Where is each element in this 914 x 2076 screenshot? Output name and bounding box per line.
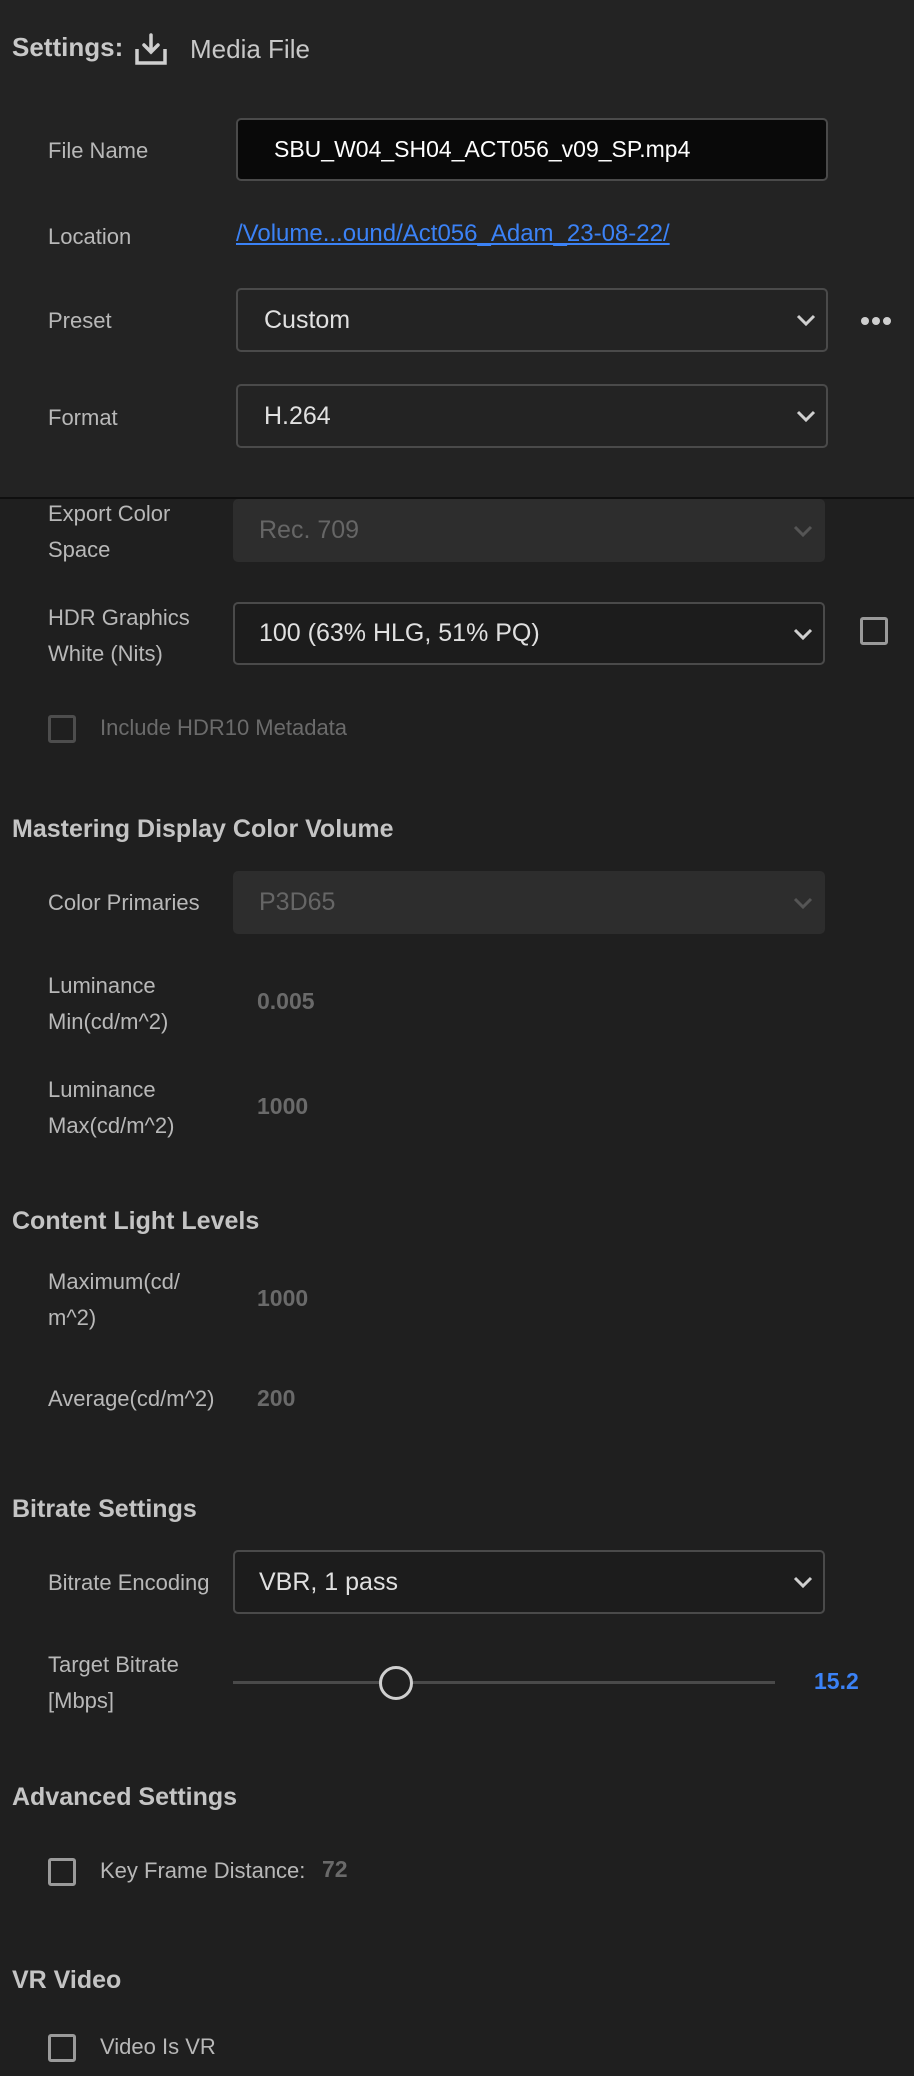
maximum-cll-label: Maximum(cd/ m^2) [48,1269,181,1330]
location-label: Location [48,224,132,249]
hdr-graphics-white-label: HDR Graphics White (Nits) [48,605,190,666]
preset-label: Preset [48,308,112,333]
hdr-graphics-white-value: 100 (63% HLG, 51% PQ) [259,619,540,647]
color-primaries-label: Color Primaries [48,890,200,915]
target-bitrate-value[interactable]: 15.2 [814,1668,859,1695]
key-frame-distance-checkbox[interactable] [48,1858,76,1886]
video-is-vr-checkbox[interactable] [48,2034,76,2062]
hdr-graphics-white-checkbox[interactable] [860,617,888,645]
export-color-space-value: Rec. 709 [259,516,360,544]
export-color-space-dropdown[interactable]: Rec. 709 [233,499,825,562]
chevron-down-icon [783,525,823,537]
vr-section-title: VR Video [12,1966,122,1994]
include-hdr10-checkbox[interactable] [48,715,76,743]
bitrate-section-title: Bitrate Settings [12,1495,197,1523]
hdr-graphics-white-dropdown[interactable]: 100 (63% HLG, 51% PQ) [233,602,825,665]
preset-dropdown[interactable]: Custom [236,288,828,352]
slider-track [233,1681,775,1684]
chevron-down-icon [783,1576,823,1588]
bitrate-encoding-value: VBR, 1 pass [259,1567,398,1596]
mastering-section-title: Mastering Display Color Volume [12,815,394,843]
file-name-field[interactable]: SBU_W04_SH04_ACT056_v09_SP.mp4 [236,118,828,181]
maximum-cll-value[interactable]: 1000 [257,1285,308,1312]
color-primaries-value: P3D65 [259,888,336,916]
format-label: Format [48,405,118,430]
chevron-down-icon [786,314,826,326]
chevron-down-icon [783,897,823,909]
download-tray-icon [134,32,168,71]
content-light-section-title: Content Light Levels [12,1207,260,1235]
target-bitrate-slider[interactable] [233,1666,775,1700]
more-horizontal-icon[interactable] [860,314,892,332]
format-value: H.264 [264,401,331,430]
format-dropdown[interactable]: H.264 [236,384,828,448]
advanced-section-title: Advanced Settings [12,1783,238,1811]
luminance-min-label: Luminance Min(cd/m^2) [48,973,169,1034]
average-fall-label: Average(cd/m^2) [48,1386,215,1411]
luminance-max-label: Luminance Max(cd/m^2) [48,1077,175,1138]
color-primaries-dropdown[interactable]: P3D65 [233,871,825,934]
target-bitrate-label: Target Bitrate [Mbps] [48,1652,179,1713]
key-frame-distance-label: Key Frame Distance: [100,1858,306,1883]
export-color-space-label: Export Color Space [48,501,171,562]
key-frame-distance-value[interactable]: 72 [322,1856,348,1883]
preset-value: Custom [264,305,351,334]
slider-thumb[interactable] [378,1666,413,1700]
file-name-value: SBU_W04_SH04_ACT056_v09_SP.mp4 [274,136,691,162]
chevron-down-icon [786,410,826,422]
average-fall-value[interactable]: 200 [257,1385,295,1412]
chevron-down-icon [783,628,823,640]
location-link[interactable]: /Volume...ound/Act056_Adam_23-08-22/ [236,220,670,248]
luminance-max-value[interactable]: 1000 [257,1093,308,1120]
include-hdr10-label: Include HDR10 Metadata [100,715,348,740]
bitrate-encoding-dropdown[interactable]: VBR, 1 pass [233,1550,825,1614]
source-label: Media File [190,34,310,64]
luminance-min-value[interactable]: 0.005 [257,988,315,1015]
video-is-vr-label: Video Is VR [100,2034,216,2059]
bitrate-encoding-label: Bitrate Encoding [48,1570,210,1595]
settings-label: Settings: [12,32,124,62]
file-name-label: File Name [48,138,149,163]
